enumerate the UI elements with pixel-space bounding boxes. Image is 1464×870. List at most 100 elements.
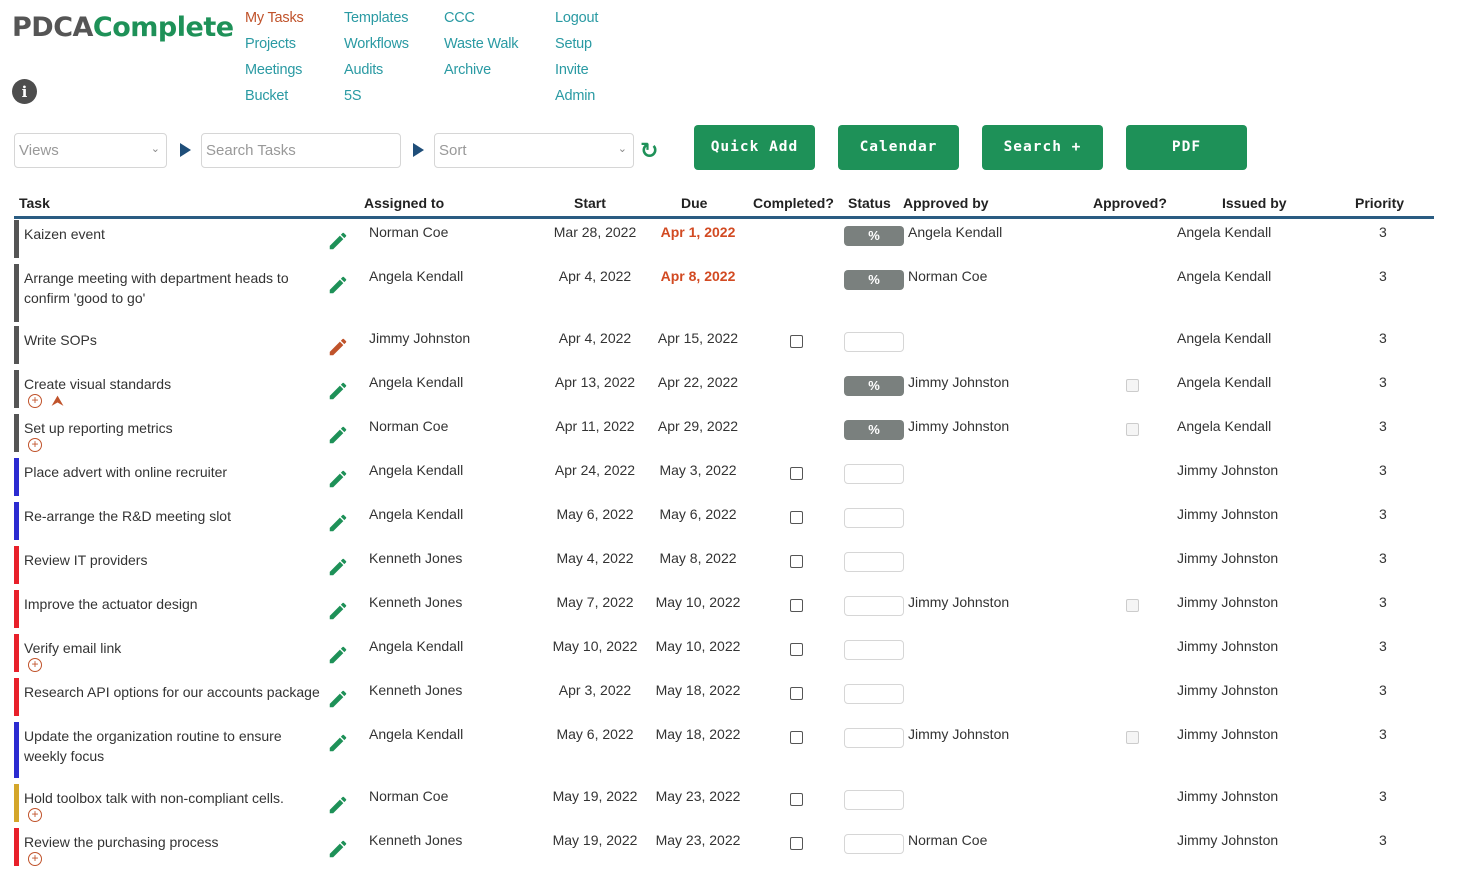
task-title[interactable]: Write SOPs bbox=[24, 330, 324, 350]
add-subtask-icon[interactable]: + bbox=[28, 658, 42, 672]
status-percent-badge[interactable]: % bbox=[844, 270, 904, 290]
header-status[interactable]: Status bbox=[848, 195, 891, 211]
edit-pencil-icon[interactable] bbox=[327, 556, 349, 578]
edit-pencil-icon[interactable] bbox=[327, 794, 349, 816]
edit-pencil-icon[interactable] bbox=[327, 732, 349, 754]
edit-pencil-icon[interactable] bbox=[327, 380, 349, 402]
approved-checkbox[interactable] bbox=[1126, 599, 1139, 612]
status-input[interactable] bbox=[844, 640, 904, 660]
completed-checkbox[interactable] bbox=[790, 837, 803, 850]
edit-pencil-icon[interactable] bbox=[327, 230, 349, 252]
header-priority[interactable]: Priority bbox=[1355, 195, 1404, 211]
header-approved-by[interactable]: Approved by bbox=[903, 195, 989, 211]
edit-pencil-icon[interactable] bbox=[327, 688, 349, 710]
completed-checkbox[interactable] bbox=[790, 687, 803, 700]
task-title[interactable]: Re-arrange the R&D meeting slot bbox=[24, 506, 324, 526]
task-title[interactable]: Hold toolbox talk with non-compliant cel… bbox=[24, 788, 324, 808]
task-title[interactable]: Review the purchasing process bbox=[24, 832, 324, 852]
header-issued-by[interactable]: Issued by bbox=[1222, 195, 1287, 211]
status-input[interactable] bbox=[844, 552, 904, 572]
nav-audits[interactable]: Audits bbox=[344, 60, 409, 86]
sort-select[interactable]: Sort ⌄ bbox=[434, 133, 634, 168]
edit-pencil-icon[interactable] bbox=[327, 644, 349, 666]
search-tasks-input[interactable]: Search Tasks bbox=[201, 133, 401, 168]
info-icon[interactable]: i bbox=[12, 79, 37, 104]
edit-pencil-icon[interactable] bbox=[327, 512, 349, 534]
task-title[interactable]: Set up reporting metrics bbox=[24, 418, 324, 438]
approved-checkbox[interactable] bbox=[1126, 423, 1139, 436]
nav-logout[interactable]: Logout bbox=[555, 8, 598, 34]
completed-checkbox[interactable] bbox=[790, 731, 803, 744]
status-percent-badge[interactable]: % bbox=[844, 376, 904, 396]
completed-checkbox[interactable] bbox=[790, 793, 803, 806]
nav-bucket[interactable]: Bucket bbox=[245, 86, 304, 112]
nav-my-tasks[interactable]: My Tasks bbox=[245, 8, 304, 34]
header-assigned-to[interactable]: Assigned to bbox=[364, 195, 444, 211]
status-input[interactable] bbox=[844, 464, 904, 484]
nav-ccc[interactable]: CCC bbox=[444, 8, 518, 34]
nav-projects[interactable]: Projects bbox=[245, 34, 304, 60]
calendar-button[interactable]: Calendar bbox=[838, 125, 959, 170]
app-logo[interactable]: PDCAComplete bbox=[12, 12, 234, 43]
edit-pencil-icon[interactable] bbox=[327, 424, 349, 446]
task-title[interactable]: Arrange meeting with department heads to… bbox=[24, 268, 324, 308]
search-plus-button[interactable]: Search + bbox=[982, 125, 1103, 170]
nav-invite[interactable]: Invite bbox=[555, 60, 598, 86]
task-title[interactable]: Verify email link bbox=[24, 638, 324, 658]
completed-checkbox[interactable] bbox=[790, 643, 803, 656]
edit-pencil-icon[interactable] bbox=[327, 274, 349, 296]
status-input[interactable] bbox=[844, 790, 904, 810]
status-input[interactable] bbox=[844, 596, 904, 616]
status-input[interactable] bbox=[844, 332, 904, 352]
nav-admin[interactable]: Admin bbox=[555, 86, 598, 112]
status-input[interactable] bbox=[844, 508, 904, 528]
task-title[interactable]: Create visual standards bbox=[24, 374, 324, 394]
nav-templates[interactable]: Templates bbox=[344, 8, 409, 34]
task-title[interactable]: Kaizen event bbox=[24, 224, 324, 244]
nav-archive[interactable]: Archive bbox=[444, 60, 518, 86]
add-subtask-icon[interactable]: + bbox=[28, 438, 42, 452]
completed-checkbox[interactable] bbox=[790, 467, 803, 480]
views-select[interactable]: Views ⌄ bbox=[14, 133, 167, 168]
task-title[interactable]: Review IT providers bbox=[24, 550, 324, 570]
task-title[interactable]: Research API options for our accounts pa… bbox=[24, 682, 324, 702]
status-input[interactable] bbox=[844, 834, 904, 854]
task-title[interactable]: Place advert with online recruiter bbox=[24, 462, 324, 482]
nav-meetings[interactable]: Meetings bbox=[245, 60, 304, 86]
approved-checkbox[interactable] bbox=[1126, 379, 1139, 392]
completed-checkbox[interactable] bbox=[790, 555, 803, 568]
header-completed[interactable]: Completed? bbox=[753, 195, 834, 211]
edit-pencil-icon[interactable] bbox=[327, 838, 349, 860]
header-approved[interactable]: Approved? bbox=[1093, 195, 1167, 211]
approved-checkbox[interactable] bbox=[1126, 731, 1139, 744]
nav-5s[interactable]: 5S bbox=[344, 86, 409, 112]
status-input[interactable] bbox=[844, 684, 904, 704]
header-task[interactable]: Task bbox=[19, 195, 50, 211]
refresh-icon[interactable]: ↻ bbox=[640, 138, 658, 164]
nav-waste-walk[interactable]: Waste Walk bbox=[444, 34, 518, 60]
pdf-button[interactable]: PDF bbox=[1126, 125, 1247, 170]
add-subtask-icon[interactable]: + bbox=[28, 808, 42, 822]
status-percent-badge[interactable]: % bbox=[844, 226, 904, 246]
quick-add-button[interactable]: Quick Add bbox=[694, 125, 815, 170]
task-title[interactable]: Update the organization routine to ensur… bbox=[24, 726, 324, 766]
play-arrow-icon[interactable] bbox=[180, 143, 191, 157]
status-input[interactable] bbox=[844, 728, 904, 748]
task-title[interactable]: Improve the actuator design bbox=[24, 594, 324, 614]
header-due[interactable]: Due bbox=[681, 195, 707, 211]
nav-setup[interactable]: Setup bbox=[555, 34, 598, 60]
edit-pencil-icon[interactable] bbox=[327, 468, 349, 490]
priority: 3 bbox=[1379, 550, 1387, 566]
upload-icon[interactable]: ⮝ bbox=[52, 394, 63, 408]
add-subtask-icon[interactable]: + bbox=[28, 852, 42, 866]
completed-checkbox[interactable] bbox=[790, 511, 803, 524]
status-percent-badge[interactable]: % bbox=[844, 420, 904, 440]
nav-workflows[interactable]: Workflows bbox=[344, 34, 409, 60]
completed-checkbox[interactable] bbox=[790, 599, 803, 612]
completed-checkbox[interactable] bbox=[790, 335, 803, 348]
play-arrow-icon[interactable] bbox=[413, 143, 424, 157]
edit-pencil-icon[interactable] bbox=[327, 600, 349, 622]
edit-pencil-icon[interactable] bbox=[327, 336, 349, 358]
add-subtask-icon[interactable]: + bbox=[28, 394, 42, 408]
header-start[interactable]: Start bbox=[574, 195, 606, 211]
